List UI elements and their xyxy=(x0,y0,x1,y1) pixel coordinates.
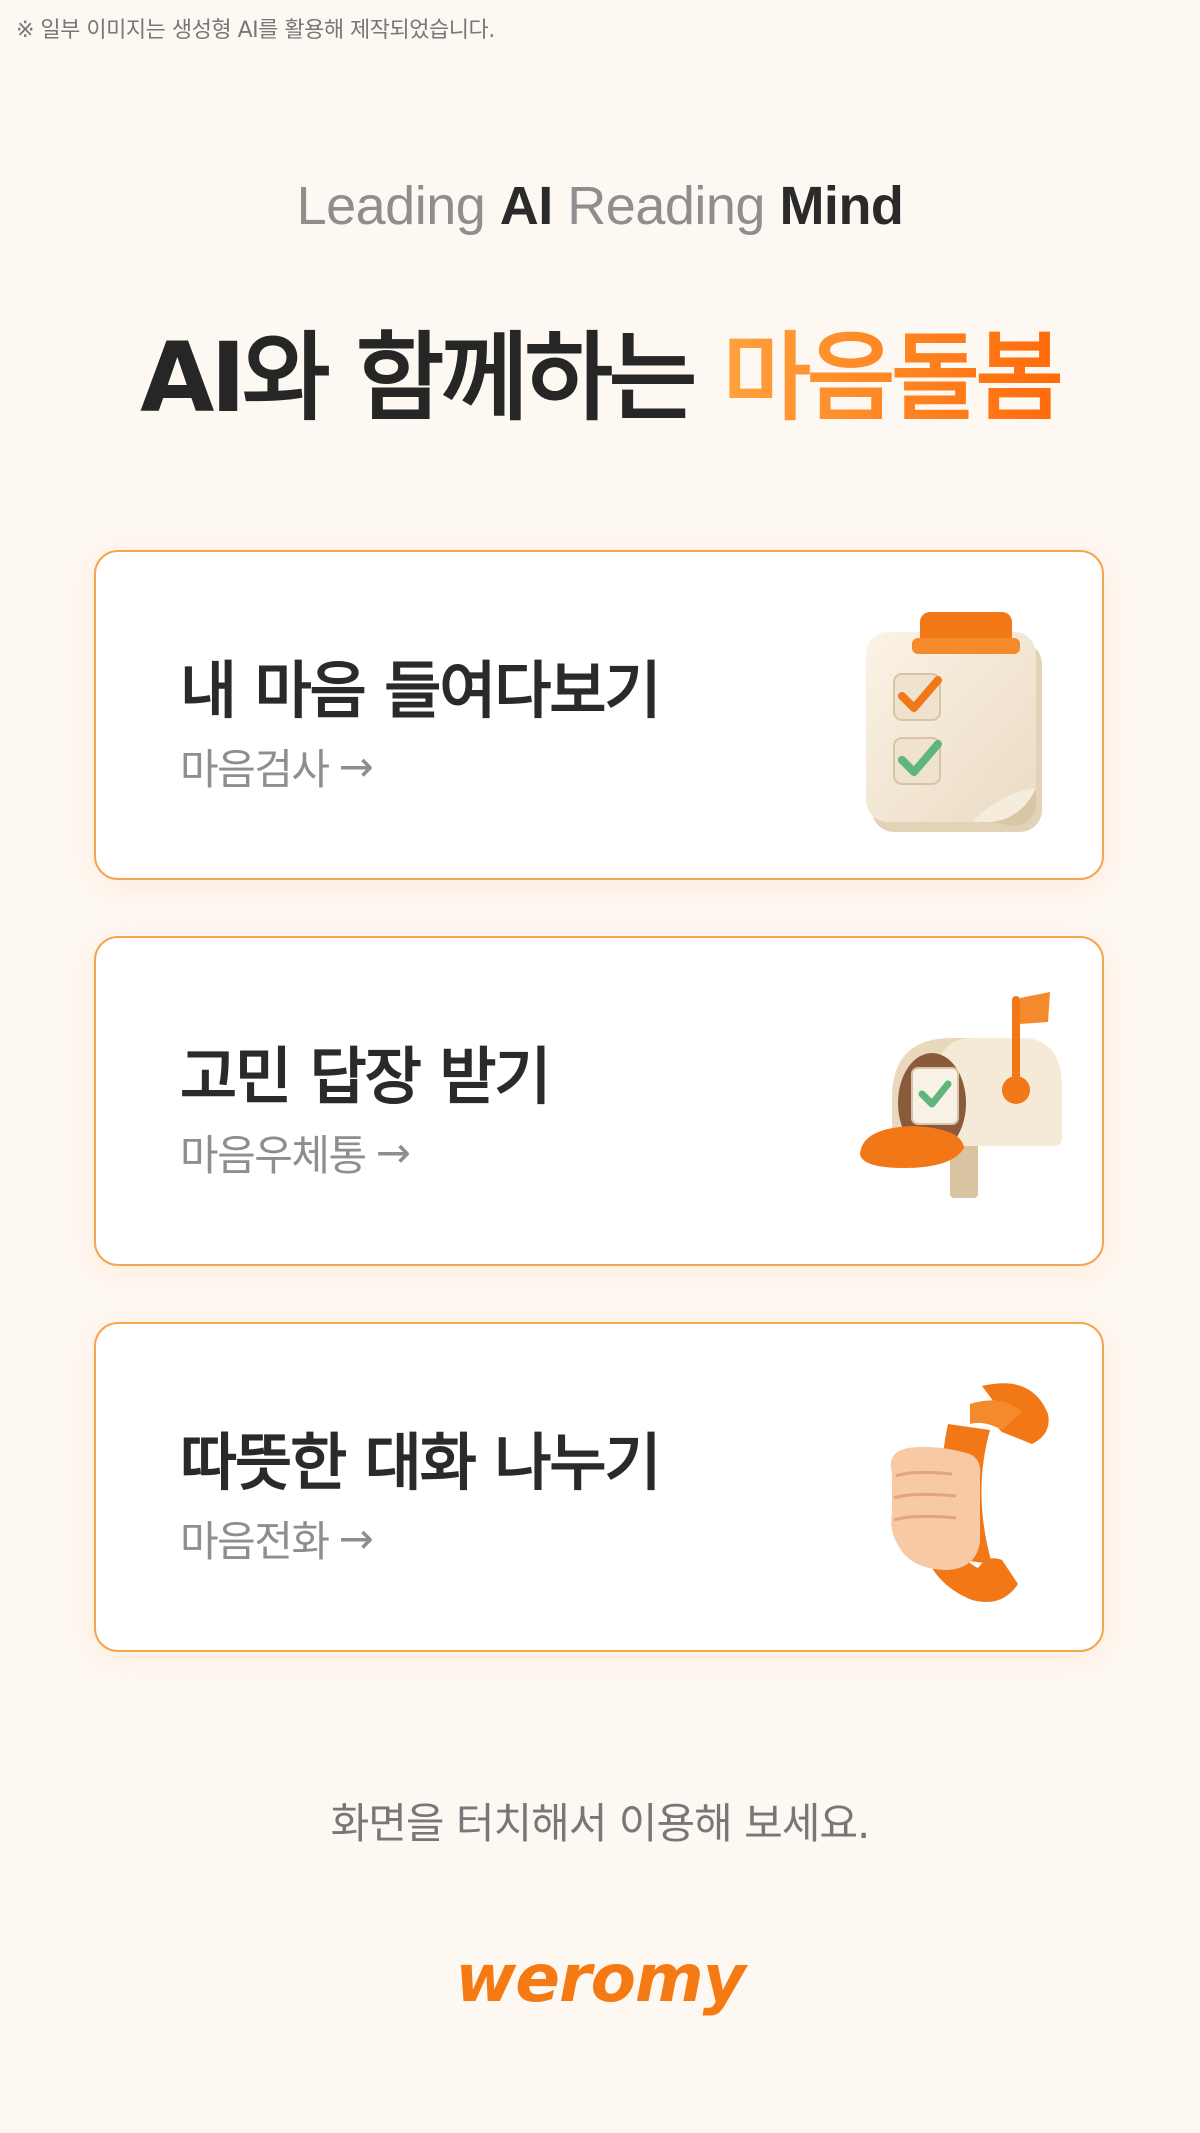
card-link: 마음검사 → xyxy=(180,736,374,797)
arrow-right-icon: → xyxy=(338,1514,374,1563)
headline-main: AI와 함께하는 xyxy=(140,322,723,434)
ai-image-disclaimer: ※ 일부 이미지는 생성형 AI를 활용해 제작되었습니다. xyxy=(16,18,495,43)
card-link-label: 마음우체통 xyxy=(180,1131,367,1180)
touch-hint: 화면을 터치해서 이용해 보세요. xyxy=(330,1799,871,1848)
card-title: 따뜻한 대화 나누기 xyxy=(180,1426,661,1499)
weromy-logo: weromy xyxy=(455,1940,745,2017)
card-link-label: 마음검사 xyxy=(180,745,330,794)
tagline: Leading AI Reading Mind xyxy=(0,175,1200,237)
card-link-label: 마음전화 xyxy=(180,1517,330,1566)
arrow-right-icon: → xyxy=(338,742,374,791)
phone-in-hand-icon xyxy=(890,1383,1049,1602)
mailbox-icon xyxy=(860,992,1062,1198)
card-link: 마음전화 → xyxy=(180,1508,374,1569)
tagline-part-4: Mind xyxy=(779,176,904,236)
tagline-part-3: Reading xyxy=(552,176,780,236)
card-title: 고민 답장 받기 xyxy=(180,1040,551,1113)
headline-accent: 마음돌봄 xyxy=(722,322,1064,434)
mind-mailbox-card[interactable]: 고민 답장 받기 마음우체통 → xyxy=(94,936,1104,1266)
tagline-part-1: Leading xyxy=(296,176,500,236)
card-title: 내 마음 들여다보기 xyxy=(180,654,661,727)
card-link: 마음우체통 → xyxy=(180,1122,411,1183)
arrow-right-icon: → xyxy=(375,1128,411,1177)
mind-test-card[interactable]: 내 마음 들여다보기 마음검사 → xyxy=(94,550,1104,880)
tagline-part-2: AI xyxy=(499,176,554,236)
checklist-clipboard-icon xyxy=(866,612,1042,832)
mind-call-card[interactable]: 따뜻한 대화 나누기 마음전화 → xyxy=(94,1322,1104,1652)
page-headline: AI와 함께하는 마음돌봄 xyxy=(0,300,1200,439)
